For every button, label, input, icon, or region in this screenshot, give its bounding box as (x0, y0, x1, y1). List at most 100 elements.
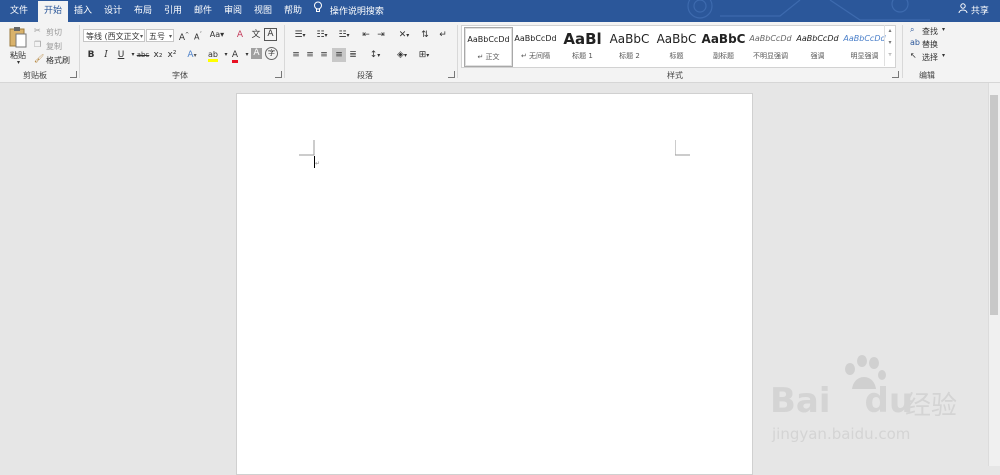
align-right-icon: ≡ (320, 50, 328, 60)
tab-references[interactable]: 引用 (158, 0, 188, 22)
chevron-down-icon[interactable]: ▾ (885, 37, 895, 49)
increase-indent-button[interactable]: ⇥ (374, 28, 388, 42)
tell-me-label: 操作说明搜索 (329, 6, 384, 17)
tab-layout[interactable]: 布局 (128, 0, 158, 22)
chevron-down-icon: ▾ (139, 33, 143, 40)
share-label: 共享 (970, 6, 989, 17)
numbering-button[interactable]: ☷▾ (312, 28, 332, 42)
select-label: 选择 (922, 53, 938, 62)
font-name-value: 等线 (西文正文 (86, 32, 140, 41)
styles-group-label: 样式 (667, 71, 683, 80)
find-label: 查找 (922, 27, 938, 36)
superscript-button[interactable]: x² (165, 48, 179, 62)
style-preview: AaBl (563, 30, 602, 48)
character-border-icon: A (267, 29, 274, 39)
style-intense-emphasis[interactable]: AaBbCcDd 明显强调 (841, 27, 888, 65)
style-preview: AaBbC (609, 32, 650, 46)
tab-help[interactable]: 帮助 (278, 0, 308, 22)
document-page[interactable]: ↵ (236, 93, 753, 475)
align-left-button[interactable]: ≡ (289, 48, 303, 62)
style-preview: AaBbCcDd (514, 34, 557, 43)
clear-formatting-button[interactable]: A (233, 28, 247, 42)
divider (902, 25, 903, 78)
tell-me-search[interactable]: 操作说明搜索 (313, 0, 384, 22)
strikethrough-button[interactable]: abc (135, 48, 151, 62)
style-heading-2[interactable]: AaBbC 标题 2 (606, 27, 653, 65)
multilevel-list-button[interactable]: ☳▾ (334, 28, 354, 42)
margin-corner-mark (299, 140, 315, 156)
character-border-button[interactable]: A (264, 28, 277, 41)
tab-home[interactable]: 开始 (38, 1, 68, 22)
replace-label: 替换 (922, 40, 938, 49)
decrease-indent-button[interactable]: ⇤ (359, 28, 373, 42)
tab-insert[interactable]: 插入 (68, 0, 98, 22)
paragraph-launcher-icon[interactable] (448, 71, 455, 78)
line-spacing-button[interactable]: ↕▾ (365, 48, 385, 62)
divider (79, 25, 80, 78)
paragraph-group-label: 段落 (357, 71, 373, 80)
more-icon[interactable]: ▿ (885, 49, 895, 61)
style-subtitle[interactable]: AaBbC 副标题 (700, 27, 747, 65)
align-left-icon: ≡ (292, 50, 300, 60)
style-subtle-emphasis[interactable]: AaBbCcDd 不明显强调 (747, 27, 794, 65)
search-icon: ⌕ (910, 25, 915, 34)
tab-design[interactable]: 设计 (98, 0, 128, 22)
change-case-icon: Aa (209, 30, 221, 39)
style-name: 标题 1 (572, 52, 593, 60)
scrollbar-thumb[interactable] (990, 95, 998, 315)
bold-button[interactable]: B (84, 48, 98, 62)
bullets-button[interactable]: ☰▾ (290, 28, 310, 42)
underline-icon: U (117, 50, 125, 60)
character-shading-button[interactable]: A (251, 48, 262, 59)
tab-review[interactable]: 审阅 (218, 0, 248, 22)
styles-gallery-scroll[interactable]: ▴ ▾ ▿ (884, 25, 895, 66)
share-button[interactable]: 共享 (958, 0, 989, 22)
font-launcher-icon[interactable] (275, 71, 282, 78)
chinese-layout-button[interactable]: ✕▾ (394, 28, 414, 42)
chevron-up-icon[interactable]: ▴ (885, 25, 895, 37)
align-center-button[interactable]: ≡ (303, 48, 317, 62)
styles-launcher-icon[interactable] (892, 71, 899, 78)
style-emphasis[interactable]: AaBbCcDd 强调 (794, 27, 841, 65)
shrink-font-button[interactable]: Aˇ (191, 28, 205, 42)
justify-icon: ≡ (335, 50, 343, 60)
numbered-list-icon: ☷ (316, 30, 325, 40)
italic-button[interactable]: I (99, 48, 113, 62)
style-preview: AaBbC (701, 32, 746, 46)
align-right-button[interactable]: ≡ (317, 48, 331, 62)
font-size-combo[interactable]: 五号 ▾ (146, 29, 174, 42)
tab-view[interactable]: 视图 (248, 0, 278, 22)
styles-gallery: AaBbCcDd ↵ 正文 AaBbCcDd ↵ 无间隔 AaBl 标题 1 A… (461, 25, 896, 68)
enclose-characters-icon: 字 (268, 49, 275, 57)
borders-button[interactable]: ⊞▾ (414, 48, 434, 62)
style-title[interactable]: AaBbC 标题 (653, 27, 700, 65)
tab-mailings[interactable]: 邮件 (188, 0, 218, 22)
font-name-combo[interactable]: 等线 (西文正文 ▾ (83, 29, 145, 42)
tab-file[interactable]: 文件 (4, 0, 34, 22)
grow-font-button[interactable]: A^ (177, 28, 191, 43)
style-normal[interactable]: AaBbCcDd ↵ 正文 (464, 27, 513, 67)
ribbon-tab-bar: 文件 开始 插入 设计 布局 引用 邮件 审阅 视图 帮助 操作说明搜索 共享 (0, 0, 1000, 22)
multilevel-list-icon: ☳ (338, 30, 347, 40)
show-marks-button[interactable]: ↵ (436, 28, 450, 42)
sort-button[interactable]: ⇅ (418, 28, 432, 42)
title-pattern-decoration (687, 0, 930, 21)
phonetic-guide-button[interactable]: 文 (249, 28, 263, 42)
shading-button[interactable]: ◈▾ (392, 48, 412, 62)
justify-button[interactable]: ≡ (332, 48, 346, 62)
text-effects-button[interactable]: A▾ (185, 48, 199, 62)
distributed-button[interactable]: ≣ (346, 48, 360, 62)
clipboard-launcher-icon[interactable] (70, 71, 77, 78)
subscript-button[interactable]: x₂ (151, 48, 165, 62)
paste-button[interactable]: 粘贴 ▾ (6, 26, 30, 68)
replace-icon: ab (910, 38, 920, 47)
enclose-characters-button[interactable]: 字 (265, 47, 278, 60)
style-heading-1[interactable]: AaBl 标题 1 (559, 27, 606, 65)
copy-label: 复制 (46, 42, 62, 51)
watermark-cn: 经验 (905, 391, 958, 421)
strikethrough-icon: abc (136, 51, 150, 59)
superscript-icon: x² (167, 50, 177, 60)
style-no-spacing[interactable]: AaBbCcDd ↵ 无间隔 (512, 27, 559, 65)
change-case-button[interactable]: Aa▾ (208, 28, 226, 42)
font-size-value: 五号 (149, 32, 165, 41)
